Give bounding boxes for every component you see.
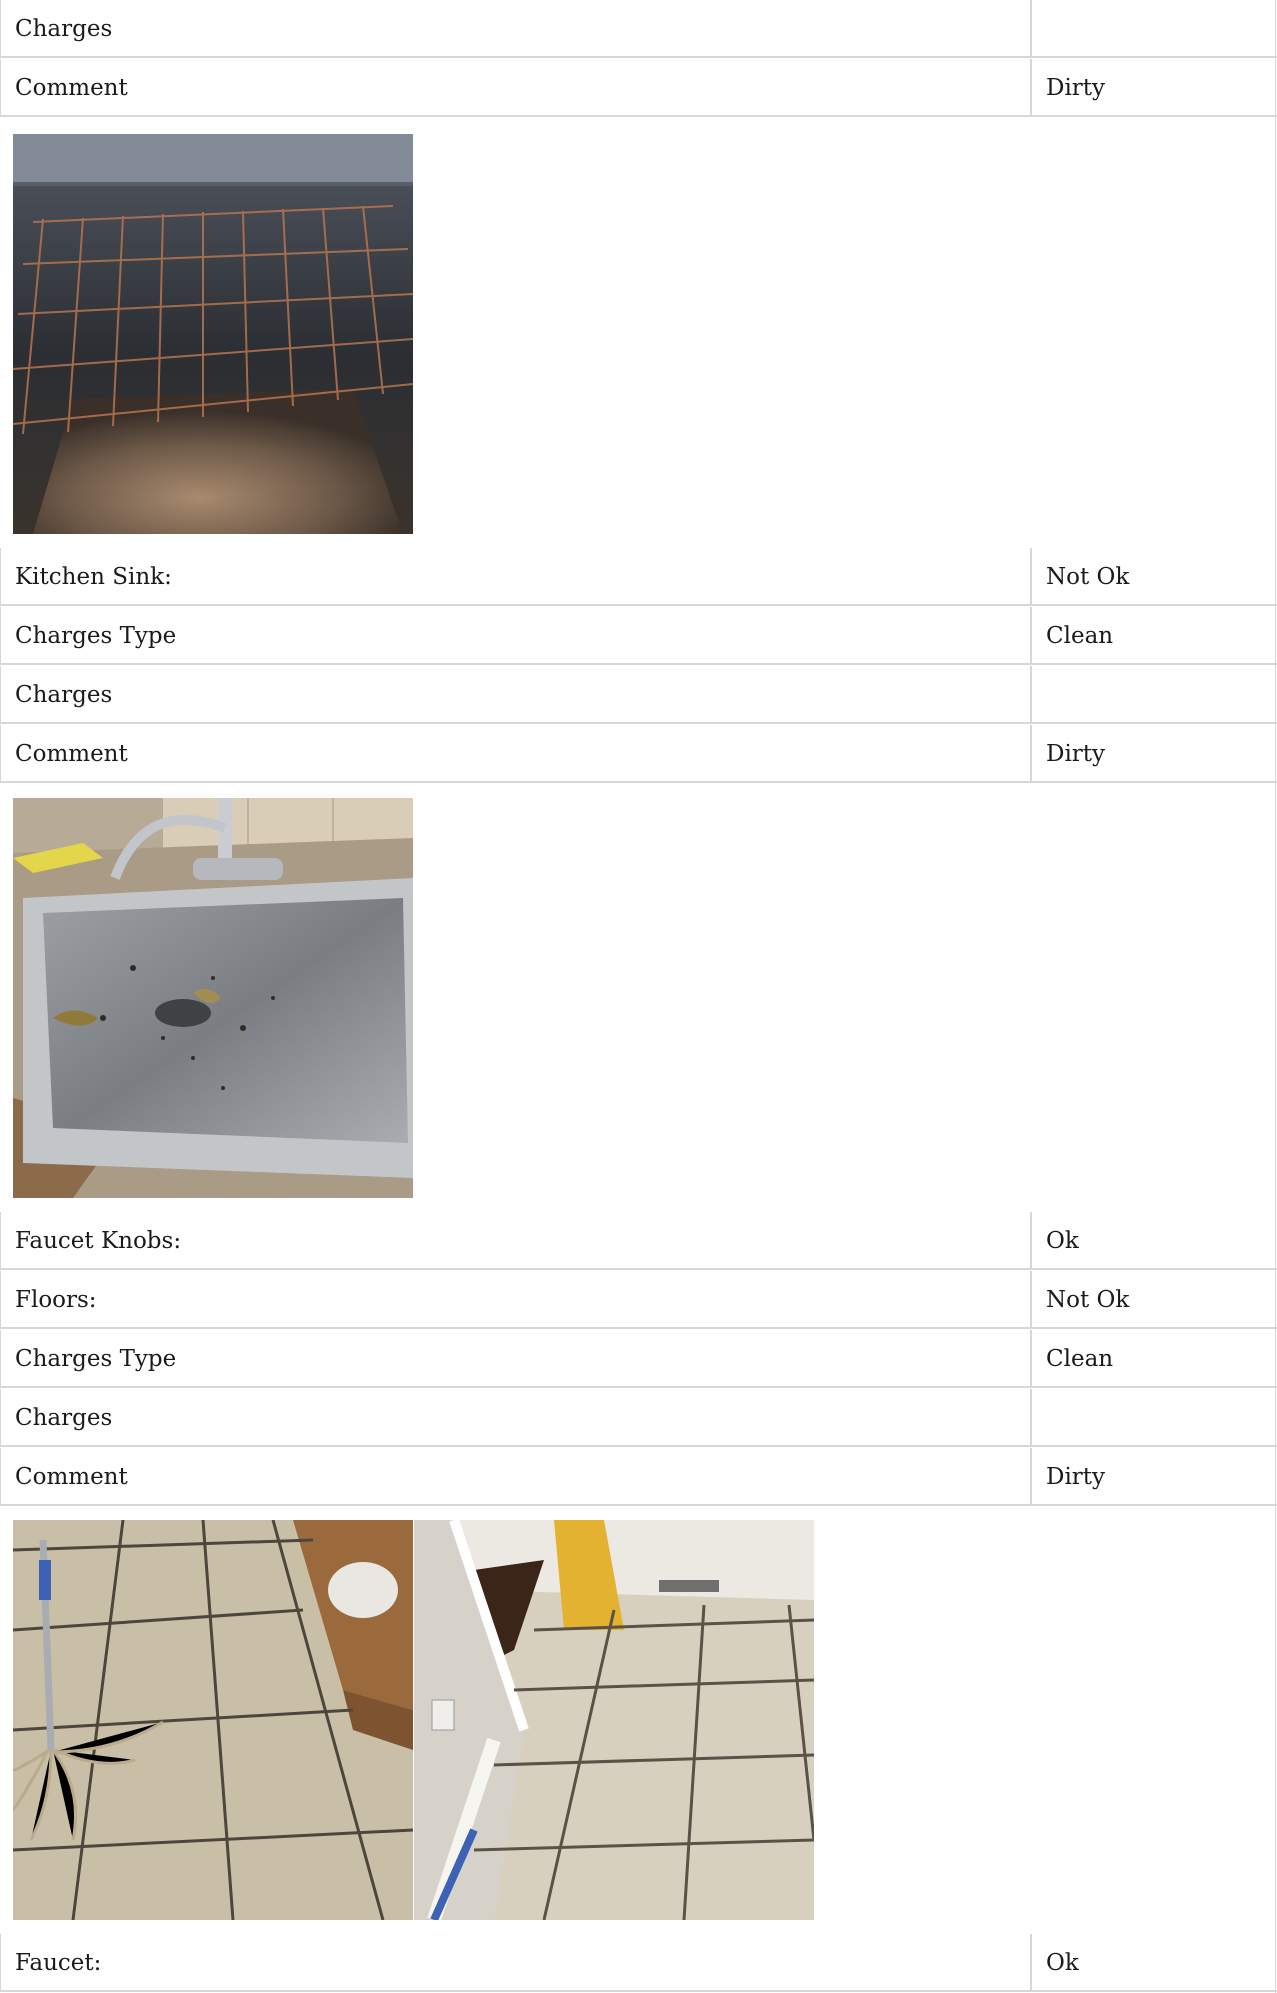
column-divider: [1030, 0, 1032, 58]
column-divider: [1030, 59, 1032, 117]
row-label: Comment: [15, 75, 128, 101]
kitchen-sink-image: [13, 798, 413, 1198]
report-row-charges: Charges: [0, 666, 1277, 724]
row-value: Clean: [1046, 1346, 1114, 1372]
row-label: Floors:: [15, 1287, 97, 1313]
row-value: Not Ok: [1046, 1287, 1130, 1313]
floor-photo-1[interactable]: [13, 1520, 413, 1920]
row-value: Dirty: [1046, 75, 1106, 101]
floor-tiles-mop-image: [13, 1520, 413, 1920]
inspection-report: Charges Comment Dirty Kitchen Sink: Not …: [0, 0, 1277, 1993]
column-divider: [1030, 1271, 1032, 1329]
row-label: Comment: [15, 1464, 128, 1490]
row-label: Charges: [15, 1405, 113, 1431]
row-label: Comment: [15, 741, 128, 767]
row-value: Dirty: [1046, 1464, 1106, 1490]
report-row-comment: Comment Dirty: [0, 59, 1277, 117]
oven-photo[interactable]: [13, 134, 413, 534]
column-divider: [1030, 1448, 1032, 1506]
column-divider: [1030, 1389, 1032, 1447]
report-row-charges-type: Charges Type Clean: [0, 607, 1277, 665]
report-row-faucet: Faucet: Ok: [0, 1934, 1277, 1992]
column-divider: [1030, 1212, 1032, 1270]
floor-corner-image: [414, 1520, 814, 1920]
report-row-faucet-knobs: Faucet Knobs: Ok: [0, 1212, 1277, 1270]
column-divider: [1030, 1934, 1032, 1992]
report-row-charges: Charges: [0, 1389, 1277, 1447]
row-value: Ok: [1046, 1950, 1079, 1976]
floor-photo-2[interactable]: [414, 1520, 814, 1920]
row-value: Ok: [1046, 1228, 1079, 1254]
row-label: Faucet Knobs:: [15, 1228, 182, 1254]
row-label: Charges Type: [15, 1346, 177, 1372]
row-label: Kitchen Sink:: [15, 564, 172, 590]
sink-photo[interactable]: [13, 798, 413, 1198]
column-divider: [1030, 607, 1032, 665]
oven-interior-image: [13, 134, 413, 534]
row-label: Charges: [15, 16, 113, 42]
row-value: Clean: [1046, 623, 1114, 649]
row-label: Faucet:: [15, 1950, 102, 1976]
row-label: Charges: [15, 682, 113, 708]
column-divider: [1030, 666, 1032, 724]
column-divider: [1030, 725, 1032, 783]
report-row-floors: Floors: Not Ok: [0, 1271, 1277, 1329]
report-row-comment: Comment Dirty: [0, 725, 1277, 783]
row-label: Charges Type: [15, 623, 177, 649]
report-row-comment: Comment Dirty: [0, 1448, 1277, 1506]
report-row-charges-type: Charges Type Clean: [0, 1330, 1277, 1388]
row-value: Dirty: [1046, 741, 1106, 767]
column-divider: [1030, 1330, 1032, 1388]
report-row-kitchen-sink: Kitchen Sink: Not Ok: [0, 548, 1277, 606]
report-row-charges: Charges: [0, 0, 1277, 58]
column-divider: [1030, 548, 1032, 606]
row-value: Not Ok: [1046, 564, 1130, 590]
